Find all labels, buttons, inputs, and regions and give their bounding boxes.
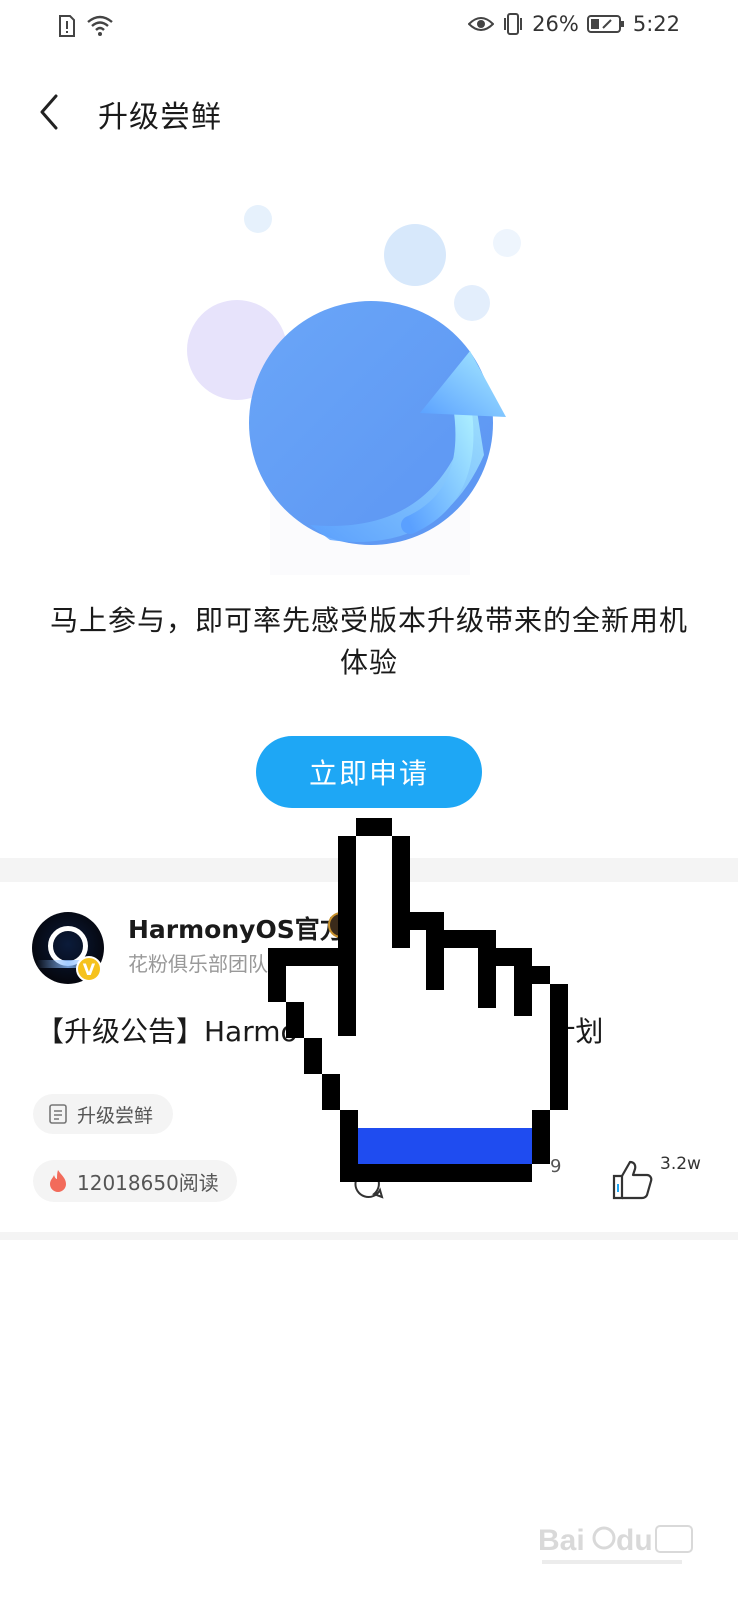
fire-icon — [50, 1170, 66, 1192]
status-bar: 26% 5:22 — [0, 0, 738, 58]
clock-time: 5:22 — [632, 12, 680, 36]
upgrade-illustration — [187, 205, 521, 575]
upgrade-trial-page: 26% 5:22 升级尝鲜 马上参与，即可率先感受版本升级带来的全新用机体验 立… — [0, 0, 738, 1600]
like-count: 3.2w — [660, 1154, 701, 1174]
battery-icon — [586, 15, 624, 33]
status-right: 26% 5:22 — [468, 12, 680, 36]
read-count-text: 12018650阅读 — [77, 1170, 219, 1195]
intro-text: 马上参与，即可率先感受版本升级带来的全新用机体验 — [49, 604, 688, 679]
vibrate-icon — [504, 13, 523, 35]
sim-alert-icon — [59, 15, 75, 37]
page-title: 升级尝鲜 — [98, 100, 222, 135]
baidu-jingyan-watermark-icon: Bai du — [538, 1524, 693, 1564]
battery-percentage: 26% — [532, 12, 579, 36]
author-team: 花粉俱乐部团队 — [128, 952, 268, 976]
document-icon — [49, 1104, 67, 1124]
svg-text:du: du — [616, 1524, 653, 1557]
eye-comfort-icon — [468, 17, 495, 31]
apply-now-button[interactable]: 立即申请 — [256, 736, 482, 808]
thumbs-up-icon[interactable] — [610, 1158, 654, 1202]
header: 升级尝鲜 — [0, 72, 738, 152]
bottom-divider — [0, 1232, 738, 1240]
back-arrow-icon[interactable] — [36, 92, 64, 132]
wifi-icon — [87, 15, 113, 36]
svg-text:Bai: Bai — [538, 1524, 585, 1557]
topic-tag[interactable]: 升级尝鲜 — [33, 1094, 174, 1134]
topic-tag-label: 升级尝鲜 — [77, 1104, 154, 1127]
read-count-badge: 12018650阅读 — [33, 1160, 237, 1202]
verified-badge-icon: V — [76, 956, 102, 982]
pointing-hand-cursor-icon — [268, 818, 568, 1182]
status-left-icons — [58, 14, 114, 38]
